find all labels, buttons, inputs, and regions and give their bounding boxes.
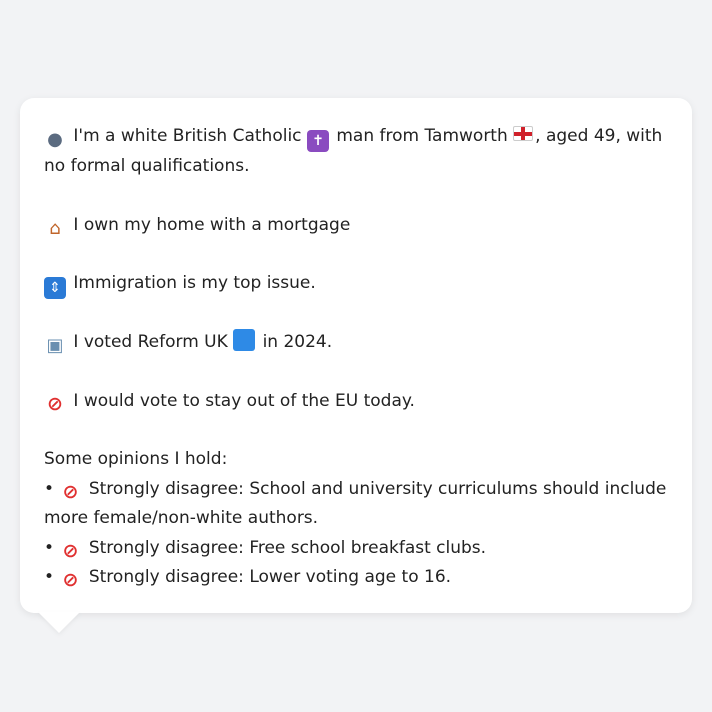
opinion-text: Strongly disagree: School and university… [44,478,667,529]
eu-line: ⊘ I would vote to stay out of the EU tod… [44,387,668,417]
no-entry-sign-icon: ⊘ [62,569,79,591]
bullet: • [44,567,55,587]
eu-text: I would vote to stay out of the EU today… [73,390,415,411]
opinions-heading: Some opinions I hold: [44,449,228,469]
issue-line: ⇕ Immigration is my top issue. [44,269,668,299]
vote-line: ▣ I voted Reform UK in 2024. [44,328,668,358]
house-icon: ⌂ [49,217,61,239]
issue-text: Immigration is my top issue. [73,273,316,293]
bullet: • [44,478,55,499]
no-entry-sign-icon: ⊘ [62,539,79,562]
opinion-text: Strongly disagree: Lower voting age to 1… [88,567,452,587]
home-text: I own my home with a mortgage [73,214,351,235]
england-flag-icon [513,126,534,141]
opinion-item: • ⊘ Strongly disagree: School and univer… [44,475,668,534]
opinion-item: • ⊘ Strongly disagree: Lower voting age … [44,563,668,593]
bubble-tail [38,612,80,633]
vote-text-start: I voted Reform UK [73,332,228,352]
no-entry-sign-icon: ⊘ [47,392,63,415]
ballot-box-icon: ▣ [46,335,64,356]
intro-line: ● I'm a white British Catholic ✝ man fro… [44,122,668,182]
bullet: • [44,537,55,558]
home-line: ⌂ I own my home with a mortgage [44,211,668,241]
chat-message-bubble: ● I'm a white British Catholic ✝ man fro… [20,98,692,613]
vote-text-end: in 2024. [262,332,333,352]
no-entry-sign-icon: ⊘ [62,480,79,503]
opinion-text: Strongly disagree: Free school breakfast… [88,537,487,558]
bust-in-silhouette-icon: ● [47,129,63,150]
passport-control-icon: ⇕ [44,277,66,299]
intro-text-middle: man from Tamworth [336,126,508,146]
latin-cross-icon: ✝ [306,130,329,152]
opinion-item: • ⊘ Strongly disagree: Free school break… [44,534,668,564]
intro-text-start: I'm a white British Catholic [73,126,302,146]
blue-square-icon [233,329,256,351]
